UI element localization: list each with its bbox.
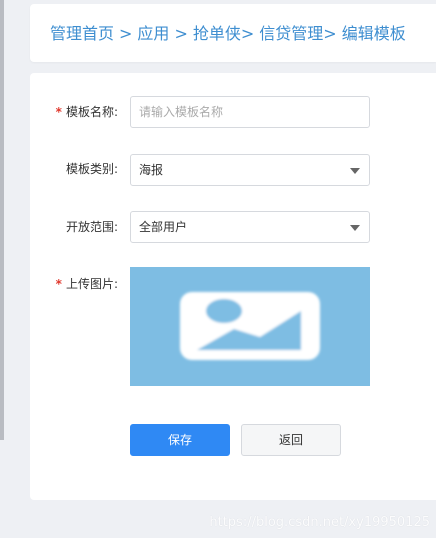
open-scope-label: 开放范围: xyxy=(65,220,118,234)
breadcrumb-separator: > xyxy=(119,24,133,43)
breadcrumb: 管理首页 > 应用 > 抢单侠> 信贷管理> 编辑模板 xyxy=(50,23,406,45)
left-edge-strip xyxy=(0,0,4,440)
template-category-label: 模板类别: xyxy=(65,162,118,176)
upload-image-label: * 上传图片: xyxy=(55,277,118,291)
image-upload-area[interactable] xyxy=(130,267,370,386)
breadcrumb-separator: > xyxy=(323,24,337,43)
breadcrumb-app[interactable]: 应用 xyxy=(137,24,169,43)
save-button[interactable]: 保存 xyxy=(130,424,230,456)
breadcrumb-separator: > xyxy=(174,24,188,43)
template-category-value: 海报 xyxy=(139,163,164,177)
edit-template-form: * 模板名称: 请输入模板名称 模板类别: 海报 开放范围: 全部用户 * 上传图片… xyxy=(30,73,436,500)
template-name-label: * 模板名称: xyxy=(55,105,118,119)
breadcrumb-qiangdanxia[interactable]: 抢单侠 xyxy=(193,24,241,43)
breadcrumb-home[interactable]: 管理首页 xyxy=(50,24,114,43)
open-scope-value: 全部用户 xyxy=(139,220,188,234)
header-bar: 管理首页 > 应用 > 抢单侠> 信贷管理> 编辑模板 xyxy=(30,4,436,62)
template-name-input[interactable]: 请输入模板名称 xyxy=(130,96,370,128)
back-button[interactable]: 返回 xyxy=(241,424,341,456)
image-placeholder-icon xyxy=(180,292,320,360)
breadcrumb-edit-template: 编辑模板 xyxy=(341,24,406,43)
template-category-select[interactable]: 海报 xyxy=(130,154,370,186)
open-scope-select[interactable]: 全部用户 xyxy=(130,211,370,243)
breadcrumb-credit-management[interactable]: 信贷管理 xyxy=(259,24,323,43)
required-asterisk: * xyxy=(55,105,62,119)
required-asterisk: * xyxy=(55,277,62,291)
breadcrumb-separator: > xyxy=(240,24,255,43)
chevron-down-icon xyxy=(350,168,360,174)
chevron-down-icon xyxy=(350,225,360,231)
watermark-text: https://blog.csdn.net/xy19950125 xyxy=(209,515,430,530)
